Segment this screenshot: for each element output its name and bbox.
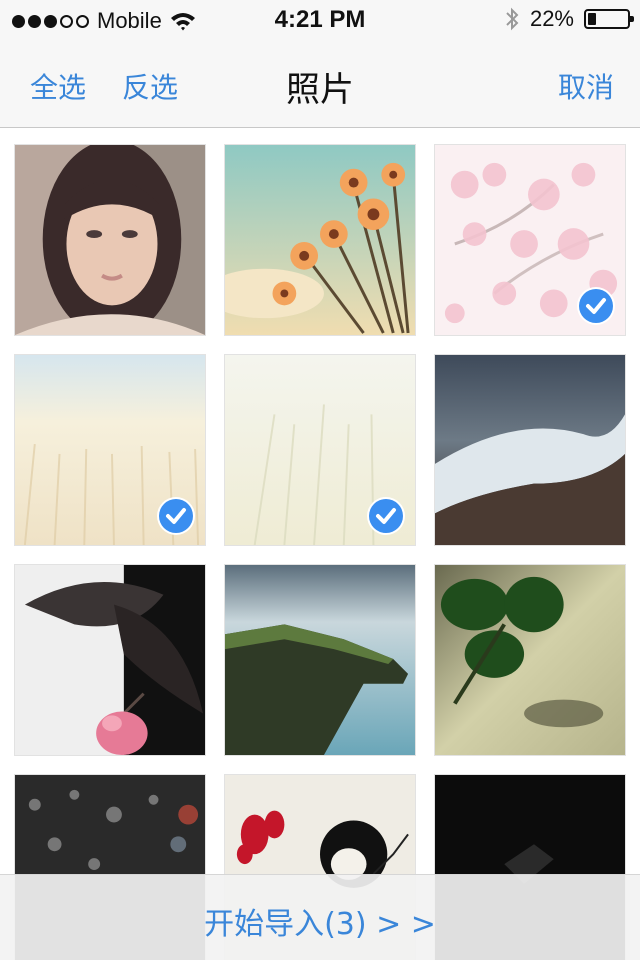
photo-grid [14,144,626,960]
photo-daisies [225,145,415,335]
battery-level [588,13,596,25]
photo-sea-cliffs [225,565,415,755]
photo-tile[interactable] [434,144,626,336]
photo-tile[interactable] [224,144,416,336]
selected-checkmark-icon [579,289,613,323]
photo-tile[interactable] [224,354,416,546]
photo-portrait [15,145,205,335]
photo-clover [435,565,625,755]
battery-percent: 22% [529,6,574,31]
bluetooth-icon [506,7,519,31]
battery-icon [584,9,634,29]
photo-tile[interactable] [434,564,626,756]
navigation-bar: 全选 反选 照片 取消 [0,40,640,128]
page-title: 照片 [286,70,354,110]
photo-tile[interactable] [14,144,206,336]
cancel-button[interactable]: 取消 [558,66,614,106]
status-right: 22% [504,6,634,32]
photo-picker-screen: Mobile 4:21 PM 22% 全选 反选 照片 取消 开始导入(3) >… [0,0,640,960]
bottom-bar: 开始导入(3) > > [0,874,640,960]
photo-pink-flower [15,565,205,755]
photo-tile[interactable] [14,564,206,756]
start-import-button[interactable]: 开始导入(3) > > [0,899,640,943]
status-bar: Mobile 4:21 PM 22% [0,0,640,40]
battery-tip [630,16,634,22]
photo-tile[interactable] [224,564,416,756]
photo-ocean-wave [435,355,625,545]
selected-checkmark-icon [369,499,403,533]
photo-tile[interactable] [14,354,206,546]
selected-checkmark-icon [159,499,193,533]
photo-tile[interactable] [434,354,626,546]
